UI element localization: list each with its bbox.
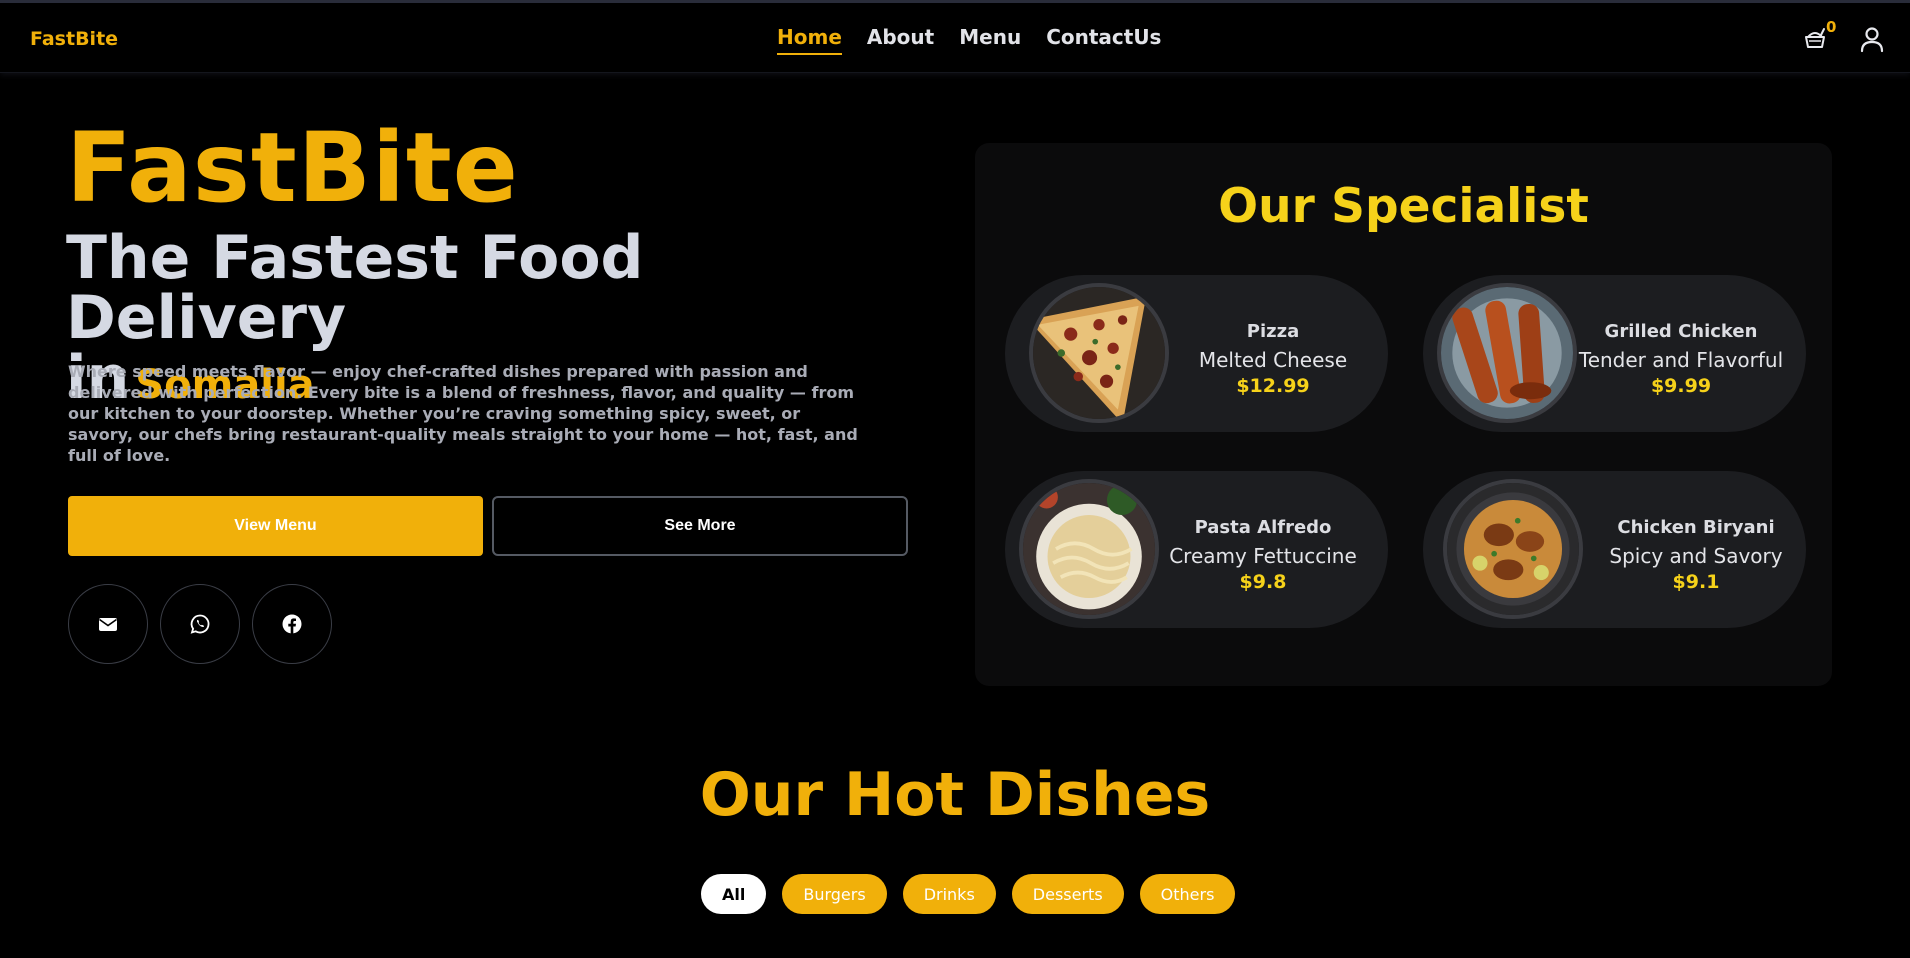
specialist-card-pizza[interactable]: Pizza Melted Cheese $12.99: [1005, 275, 1388, 432]
hero-subtitle-line1: The Fastest Food Delivery: [66, 223, 644, 353]
dish-filter-bar: All Burgers Drinks Desserts Others: [701, 874, 1236, 914]
whatsapp-social-button[interactable]: [160, 584, 240, 664]
envelope-icon: [99, 618, 117, 631]
specialist-card-pasta-alfredo[interactable]: Pasta Alfredo Creamy Fettuccine $9.8: [1005, 471, 1388, 628]
filter-drinks[interactable]: Drinks: [902, 874, 996, 914]
specialist-panel: Our Specialist Pizza Melted Cheese $12.9…: [975, 143, 1832, 686]
facebook-icon: [282, 614, 302, 634]
see-more-button[interactable]: See More: [492, 496, 908, 556]
specialist-info: Pizza Melted Cheese $12.99: [1165, 321, 1381, 397]
specialist-title: Our Specialist: [1218, 179, 1589, 234]
pizza-image: [1029, 283, 1169, 423]
specialist-card-grilled-chicken[interactable]: Grilled Chicken Tender and Flavorful $9.…: [1423, 275, 1806, 432]
dish-price: $9.99: [1650, 375, 1712, 397]
dish-name: Chicken Biryani: [1617, 517, 1775, 538]
hero-description: Where speed meets flavor — enjoy chef-cr…: [68, 362, 858, 465]
hero-title: FastBite: [66, 112, 519, 224]
specialist-info: Grilled Chicken Tender and Flavorful $9.…: [1573, 321, 1789, 397]
dish-price: $9.8: [1239, 571, 1287, 593]
dish-description: Tender and Flavorful: [1578, 348, 1784, 372]
email-social-button[interactable]: [68, 584, 148, 664]
navbar: FastBite Home About Menu ContactUs 0: [0, 3, 1910, 73]
dish-name: Grilled Chicken: [1604, 321, 1758, 342]
brand-logo[interactable]: FastBite: [30, 28, 118, 50]
dish-name: Pasta Alfredo: [1194, 517, 1332, 538]
grilled-chicken-image: [1437, 283, 1577, 423]
dish-price: $12.99: [1236, 375, 1310, 397]
chicken-biryani-image: [1443, 479, 1583, 619]
specialist-info: Chicken Biryani Spicy and Savory $9.1: [1588, 517, 1804, 593]
specialist-info: Pasta Alfredo Creamy Fettuccine $9.8: [1155, 517, 1371, 593]
nav-link-contact[interactable]: ContactUs: [1046, 25, 1161, 55]
dish-price: $9.1: [1672, 571, 1720, 593]
nav-links: Home About Menu ContactUs: [777, 25, 1161, 55]
user-icon[interactable]: [1858, 25, 1886, 53]
cart-count-badge: 0: [1826, 18, 1837, 36]
filter-desserts[interactable]: Desserts: [1011, 874, 1124, 914]
filter-others[interactable]: Others: [1139, 874, 1236, 914]
nav-link-menu[interactable]: Menu: [959, 25, 1021, 55]
dish-description: Spicy and Savory: [1609, 544, 1783, 568]
dish-description: Creamy Fettuccine: [1169, 544, 1357, 568]
dish-description: Melted Cheese: [1198, 348, 1348, 372]
pasta-alfredo-image: [1019, 479, 1159, 619]
specialist-card-chicken-biryani[interactable]: Chicken Biryani Spicy and Savory $9.1: [1423, 471, 1806, 628]
filter-burgers[interactable]: Burgers: [782, 874, 887, 914]
dish-name: Pizza: [1246, 321, 1300, 342]
nav-link-about[interactable]: About: [867, 25, 934, 55]
facebook-social-button[interactable]: [252, 584, 332, 664]
filter-all[interactable]: All: [701, 874, 767, 914]
nav-link-home[interactable]: Home: [777, 25, 842, 55]
view-menu-button[interactable]: View Menu: [68, 496, 483, 556]
hot-dishes-title: Our Hot Dishes: [699, 760, 1211, 830]
whatsapp-icon: [190, 614, 210, 634]
